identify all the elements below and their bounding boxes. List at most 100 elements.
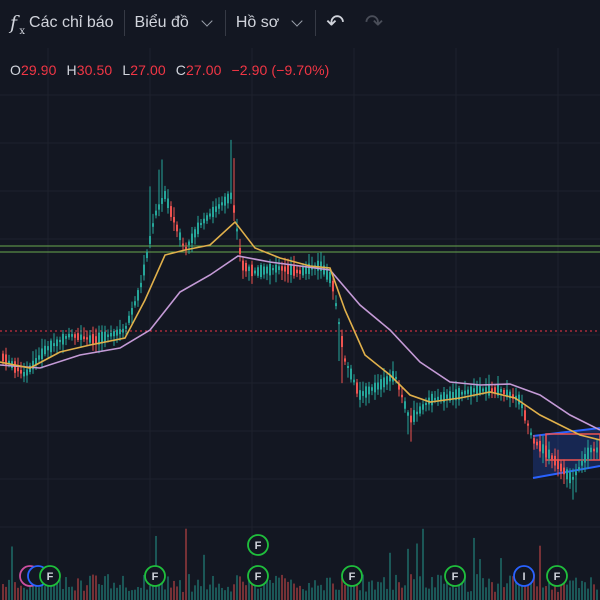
- candle-body: [167, 198, 169, 209]
- volume-bar: [443, 583, 445, 600]
- candle-body: [260, 265, 262, 278]
- candle-body: [503, 389, 505, 395]
- price-chart[interactable]: F F F F F F I F: [0, 0, 600, 600]
- candle-body: [569, 472, 571, 484]
- candle-body: [173, 217, 175, 223]
- candle-body: [338, 322, 340, 325]
- candle-body: [164, 190, 166, 200]
- volume-bar: [71, 586, 73, 600]
- volume-bar: [275, 575, 277, 600]
- volume-bar: [404, 585, 406, 600]
- candle-body: [554, 455, 556, 466]
- candle-body: [527, 423, 529, 426]
- volume-bar: [26, 589, 28, 600]
- candle-body: [206, 215, 208, 221]
- volume-bar: [299, 585, 301, 600]
- volume-bar: [497, 583, 499, 600]
- volume-bar: [317, 585, 319, 600]
- volume-bar: [164, 589, 166, 600]
- candle-body: [299, 270, 301, 274]
- volume-bar: [110, 588, 112, 600]
- volume-bar: [209, 584, 211, 600]
- candle-body: [80, 334, 82, 340]
- candle-body: [410, 415, 412, 423]
- volume-bar: [365, 591, 367, 600]
- volume-bar: [62, 588, 64, 600]
- candle-body: [587, 447, 589, 460]
- volume-bar: [185, 528, 187, 600]
- candle-body: [113, 331, 115, 337]
- candle-body: [557, 459, 559, 470]
- volume-bar: [95, 575, 97, 600]
- candle-body: [341, 336, 343, 348]
- volume-bar: [473, 537, 475, 600]
- volume-bar: [308, 582, 310, 600]
- candle-body: [236, 228, 238, 232]
- volume-bar: [503, 587, 505, 600]
- candle-body: [551, 455, 553, 460]
- candle-body: [59, 339, 61, 343]
- volume-bar: [221, 587, 223, 600]
- candle-body: [20, 370, 22, 374]
- volume-bar: [434, 587, 436, 600]
- volume-bar: [236, 575, 238, 600]
- volume-bar: [281, 574, 283, 600]
- candle-body: [152, 223, 154, 227]
- candle-body: [377, 382, 379, 390]
- volume-bar: [167, 576, 169, 600]
- volume-bar: [584, 582, 586, 600]
- volume-bar: [206, 589, 208, 600]
- candle-body: [365, 386, 367, 398]
- candle-body: [395, 376, 397, 380]
- candle-body: [521, 404, 523, 409]
- volume-bar: [482, 578, 484, 600]
- candle-body: [272, 268, 274, 271]
- candle-body: [176, 224, 178, 232]
- candle-body: [53, 343, 55, 347]
- candle-body: [149, 236, 151, 244]
- volume-bar: [332, 583, 334, 600]
- candle-body: [197, 222, 199, 235]
- volume-bar: [77, 578, 79, 600]
- volume-bar: [416, 543, 418, 600]
- volume-bar: [263, 583, 265, 600]
- volume-bar: [326, 577, 328, 600]
- candle-body: [566, 469, 568, 480]
- volume-bar: [410, 574, 412, 600]
- candle-body: [251, 264, 253, 277]
- candle-body: [119, 329, 121, 335]
- volume-bar: [374, 589, 376, 600]
- candle-body: [329, 271, 331, 284]
- volume-bar: [485, 587, 487, 600]
- volume-bar: [320, 584, 322, 600]
- volume-bar: [182, 591, 184, 600]
- candle-body: [179, 232, 181, 241]
- candle-body: [467, 389, 469, 394]
- candle-body: [131, 308, 133, 315]
- volume-bar: [440, 575, 442, 600]
- volume-bar: [83, 590, 85, 600]
- volume-bar: [125, 587, 127, 600]
- candle-body: [488, 384, 490, 396]
- candle-body: [35, 358, 37, 365]
- candle-body: [140, 282, 142, 288]
- candle-body: [125, 325, 127, 329]
- volume-bar: [551, 589, 553, 600]
- volume-bar: [296, 587, 298, 600]
- volume-bar: [413, 579, 415, 600]
- candle-body: [344, 358, 346, 362]
- volume-bar: [311, 587, 313, 600]
- candle-body: [353, 379, 355, 383]
- candle-body: [539, 440, 541, 452]
- volume-bar: [260, 587, 262, 600]
- volume-bar: [476, 574, 478, 600]
- volume-bar: [257, 588, 259, 600]
- volume-bar: [380, 582, 382, 600]
- volume-bar: [146, 589, 148, 600]
- candle-body: [77, 333, 79, 340]
- volume-bar: [233, 584, 235, 600]
- volume-bar: [392, 589, 394, 600]
- candle-body: [380, 379, 382, 390]
- candle-body: [404, 401, 406, 409]
- candle-body: [86, 337, 88, 340]
